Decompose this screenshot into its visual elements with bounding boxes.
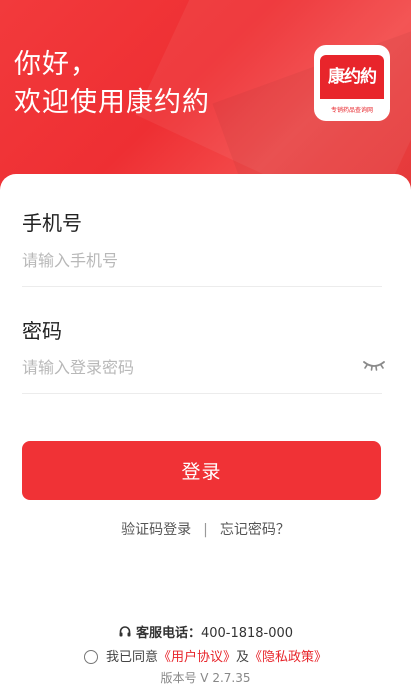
logo-brand-text: 康约約 — [320, 55, 384, 99]
agree-and: 及 — [236, 650, 250, 665]
service-label: 客服电话： — [135, 626, 201, 641]
phone-divider — [22, 286, 382, 287]
customer-service: 客服电话：400-1818-000 — [0, 622, 411, 643]
radio-unchecked-icon[interactable] — [83, 650, 98, 664]
agree-prefix: 我已同意 — [105, 650, 158, 665]
app-logo: 康约約 专销药品查询网 — [314, 45, 390, 121]
user-agreement-link[interactable]: 《用户协议》 — [158, 650, 236, 665]
agreement-row: 我已同意《用户协议》及《隐私政策》 — [0, 646, 411, 665]
version-text: 版本号 V 2.7.35 — [160, 671, 251, 685]
phone-input[interactable] — [22, 245, 352, 275]
links-separator: | — [203, 522, 208, 538]
eye-closed-icon[interactable] — [362, 357, 386, 373]
password-input[interactable] — [22, 352, 352, 382]
header-banner: 你好， 欢迎使用康约約 康约約 专销药品查询网 — [0, 0, 411, 200]
sms-login-link[interactable]: 验证码登录 — [121, 519, 191, 539]
password-divider — [22, 393, 382, 394]
headset-icon — [118, 625, 132, 643]
forgot-password-link[interactable]: 忘记密码？ — [220, 519, 290, 539]
greeting-text: 你好， 欢迎使用康约約 — [14, 46, 210, 122]
logo-tagline: 专销药品查询网 — [330, 107, 373, 114]
phone-label: 手机号 — [22, 211, 82, 235]
password-label: 密码 — [22, 319, 62, 343]
greeting-line-1: 你好， — [14, 49, 98, 80]
login-button[interactable]: 登录 — [22, 441, 381, 500]
greeting-line-2: 欢迎使用康约約 — [14, 87, 210, 118]
service-phone[interactable]: 400-1818-000 — [201, 626, 293, 641]
privacy-policy-link[interactable]: 《隐私政策》 — [249, 650, 327, 665]
alt-links: 验证码登录 | 忘记密码？ — [0, 519, 411, 539]
